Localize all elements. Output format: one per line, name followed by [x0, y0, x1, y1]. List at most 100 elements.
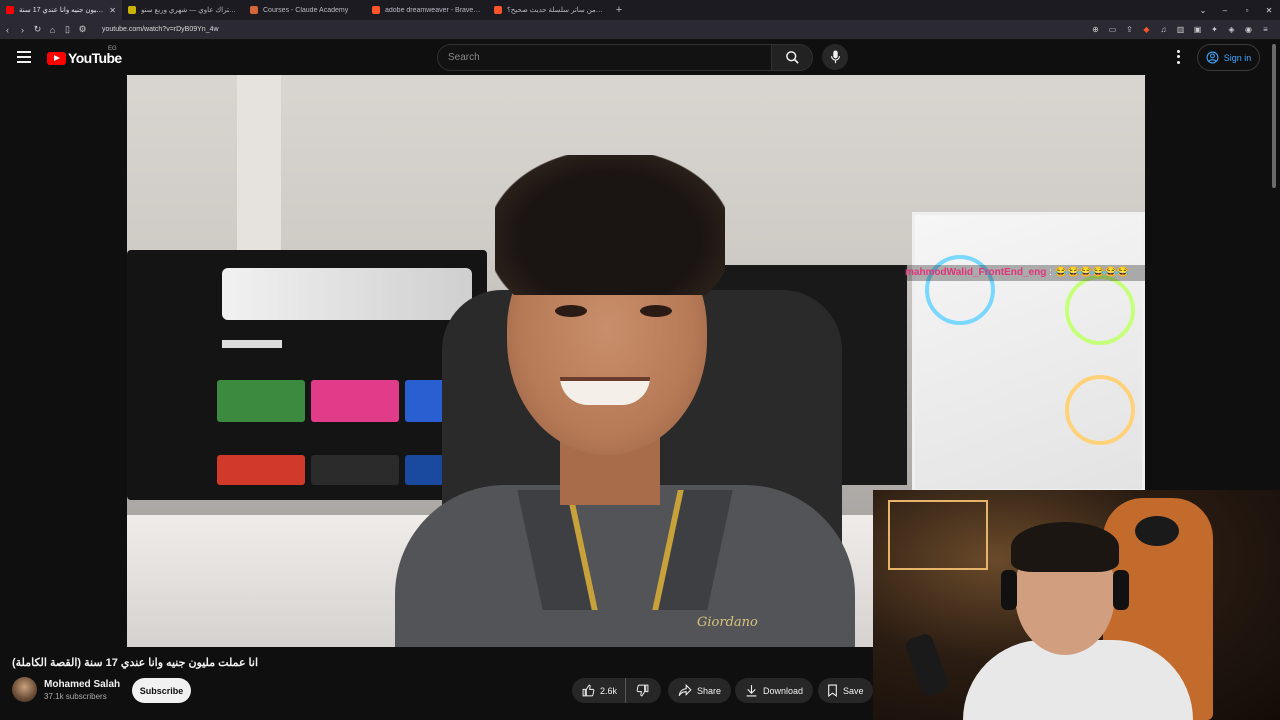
like-dislike-group: 2.6k: [572, 678, 661, 703]
subscriber-count: 37.1k subscribers: [44, 691, 107, 701]
webcam-overlay: [873, 490, 1280, 720]
close-tab-icon[interactable]: ✕: [109, 6, 116, 15]
wall-column: [237, 75, 281, 275]
smile: [560, 377, 650, 405]
reload-icon[interactable]: ↻: [30, 24, 45, 35]
sign-in-label: Sign in: [1223, 52, 1252, 63]
youtube-favicon-icon: [6, 6, 14, 14]
window-controls: ⌄ – ▫ ✕: [1192, 0, 1280, 20]
voice-search-button[interactable]: [822, 44, 848, 70]
right-eye: [640, 305, 672, 317]
search-input[interactable]: [437, 44, 772, 71]
avatar[interactable]: [12, 677, 37, 702]
search-button[interactable]: [771, 44, 813, 71]
tab-title: Courses - Claude Academy: [263, 6, 349, 14]
share-button[interactable]: Share: [668, 678, 732, 703]
site-settings-icon[interactable]: ⚙: [75, 24, 90, 35]
youtube-header: YouTube EG Sign in: [0, 40, 1280, 75]
save-label: Save: [843, 685, 864, 696]
page-scrollbar[interactable]: [1272, 44, 1276, 188]
claude-favicon-icon: [250, 6, 258, 14]
brave-shields-icon[interactable]: ◆: [1138, 25, 1155, 34]
extensions-icon[interactable]: ✦: [1206, 25, 1223, 34]
left-eye: [555, 305, 587, 317]
browser-tab-brave-search[interactable]: adobe dreamweaver - Brave Search: [366, 0, 488, 20]
download-icon: [746, 685, 757, 697]
settings-menu-icon[interactable]: [1172, 49, 1184, 65]
subscribe-button[interactable]: Subscribe: [132, 678, 191, 703]
close-window-icon[interactable]: ✕: [1258, 6, 1280, 15]
guide-menu-icon[interactable]: [17, 51, 31, 63]
share-label: Share: [697, 685, 722, 696]
site-favicon-icon: [128, 6, 136, 14]
url-field[interactable]: youtube.com/watch?v=rDyB09Yn_4w: [102, 26, 1087, 33]
vpn-icon[interactable]: ◈: [1223, 25, 1240, 34]
browser-tab-pricing[interactable]: أسعار اشتراك عاوي — شهري وربع سنو: [122, 0, 244, 20]
tab-title: أسعار اشتراك عاوي — شهري وربع سنو: [141, 7, 238, 14]
download-label: Download: [763, 685, 804, 696]
bookmark-save-icon: [828, 684, 837, 697]
chair-logo-icon: [1135, 516, 1179, 546]
new-tab-button[interactable]: +: [610, 4, 628, 16]
tab-list-icon[interactable]: ⌄: [1192, 6, 1214, 15]
chat-message: 😂😂😂😂😂😂: [1054, 267, 1130, 278]
like-count: 2.6k: [600, 685, 618, 696]
bookmark-icon[interactable]: ▯: [60, 24, 75, 35]
zoom-icon[interactable]: ⊕: [1087, 25, 1104, 34]
save-button[interactable]: Save: [818, 678, 873, 703]
chat-overlay: mahmodWalid_FrontEnd_eng : 😂😂😂😂😂😂: [905, 265, 1145, 281]
tab-title: انا عملت مليون جنيه وانا عندي 17 سنة...: [19, 7, 105, 14]
brave-favicon-icon: [372, 6, 380, 14]
profile-icon[interactable]: ◉: [1240, 25, 1257, 34]
shirt-brand: Giordano: [697, 615, 758, 630]
like-button[interactable]: 2.6k: [572, 678, 627, 703]
channel-owner: Mohamed Salah 37.1k subscribers: [12, 677, 120, 702]
headphones-right: [1113, 570, 1129, 610]
sign-in-button[interactable]: Sign in: [1197, 44, 1260, 71]
download-button[interactable]: Download: [735, 678, 814, 703]
headphones-left: [1001, 570, 1017, 610]
logo-wordmark: YouTube: [68, 50, 122, 66]
browser-tab-search[interactable]: من ساتر سلسلة حديث صحيح؟ - Search: [488, 0, 610, 20]
back-icon[interactable]: ‹: [0, 25, 15, 35]
channel-info: Mohamed Salah 37.1k subscribers: [44, 679, 120, 701]
sidebar-icon[interactable]: ▥: [1172, 25, 1189, 34]
account-icon: [1206, 51, 1219, 64]
address-bar: ‹ › ↻ ⌂ ▯ ⚙ youtube.com/watch?v=rDyB09Yn…: [0, 20, 1280, 40]
microphone-icon: [830, 50, 840, 64]
microphone-arm: [903, 632, 951, 698]
thumbs-up-icon: [582, 684, 595, 697]
minimize-icon[interactable]: –: [1214, 6, 1236, 15]
rgb-fan-icon: [1065, 375, 1135, 445]
channel-name[interactable]: Mohamed Salah: [44, 679, 120, 690]
music-icon[interactable]: ♫: [1155, 25, 1172, 34]
forward-icon[interactable]: ›: [15, 25, 30, 35]
maximize-icon[interactable]: ▫: [1236, 6, 1258, 15]
presenter: Giordano: [395, 155, 855, 647]
share-icon: [678, 684, 692, 697]
rgb-fan-icon: [1065, 275, 1135, 345]
thumbs-down-icon: [636, 684, 648, 697]
wallet-icon[interactable]: ▣: [1189, 25, 1206, 34]
dislike-button[interactable]: [626, 678, 658, 703]
search-icon: [785, 51, 799, 64]
hair: [495, 155, 725, 295]
tab-title: adobe dreamweaver - Brave Search: [385, 6, 482, 14]
browser-tab-youtube[interactable]: انا عملت مليون جنيه وانا عندي 17 سنة... …: [0, 0, 122, 20]
pc-case: [912, 212, 1145, 492]
chat-separator: :: [1049, 267, 1052, 278]
menu-icon[interactable]: ≡: [1257, 25, 1274, 34]
youtube-play-icon: [47, 51, 66, 65]
monitor-channel-name: [222, 340, 282, 348]
browser-toolbar: ⊕ ▭ ⇪ ◆ ♫ ▥ ▣ ✦ ◈ ◉ ≡: [1087, 25, 1280, 34]
video-title: انا عملت مليون جنيه وانا عندي 17 سنة (ال…: [12, 657, 259, 669]
tab-title: من ساتر سلسلة حديث صحيح؟ - Search: [507, 7, 604, 14]
share-page-icon[interactable]: ⇪: [1121, 25, 1138, 34]
youtube-logo[interactable]: YouTube EG: [47, 46, 122, 66]
reader-icon[interactable]: ▭: [1104, 25, 1121, 34]
brave-favicon-icon: [494, 6, 502, 14]
home-icon[interactable]: ⌂: [45, 25, 60, 35]
browser-tab-claude-academy[interactable]: Courses - Claude Academy: [244, 0, 366, 20]
browser-tab-strip: انا عملت مليون جنيه وانا عندي 17 سنة... …: [0, 0, 1280, 20]
streamer-hair: [1011, 522, 1119, 572]
